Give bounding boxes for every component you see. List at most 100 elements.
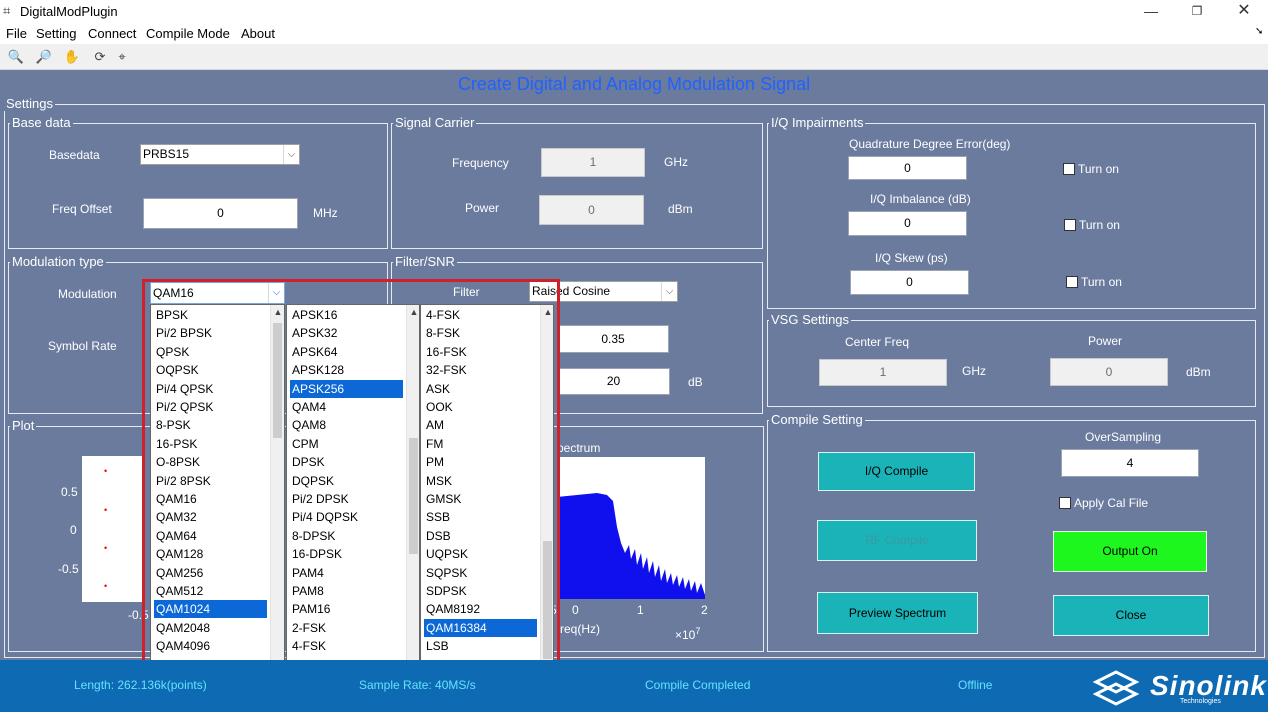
spectrum-exp-base: ×10 xyxy=(675,628,696,642)
status-length: Length: 262.136k(points) xyxy=(74,678,207,692)
frequency-unit: GHz xyxy=(664,155,688,169)
rolloff-input[interactable]: 0.35 xyxy=(557,325,669,353)
quad-error-input[interactable]: 0 xyxy=(848,156,967,180)
sinolink-logo-icon xyxy=(1092,670,1140,708)
skew-turn-on-label: Turn on xyxy=(1081,275,1122,289)
constellation-point: • xyxy=(104,505,108,515)
menu-about[interactable]: About xyxy=(241,26,275,41)
quad-error-label: Quadrature Degree Error(deg) xyxy=(849,137,1011,151)
menu-bar: File Setting Connect Compile Mode About … xyxy=(0,22,1268,44)
spectrum-x-tick: 2 xyxy=(701,603,708,617)
vsg-power-unit: dBm xyxy=(1186,365,1211,379)
constellation-point: • xyxy=(104,466,108,476)
y-tick: 0.5 xyxy=(61,485,78,499)
freq-offset-label: Freq Offset xyxy=(52,202,112,216)
basedata-select[interactable]: PRBS15 ⌵ xyxy=(140,144,300,165)
close-window-button[interactable]: ✕ xyxy=(1231,2,1257,20)
status-sample-rate: Sample Rate: 40MS/s xyxy=(359,678,476,692)
rf-compile-button[interactable]: RF Compile xyxy=(817,520,977,561)
modulation-type-title: Modulation type xyxy=(10,254,106,269)
spectrum-xlabel: req(Hz) xyxy=(560,622,601,636)
basedata-value: PRBS15 xyxy=(143,147,190,161)
menu-setting[interactable]: Setting xyxy=(36,26,76,41)
apply-cal-checkbox[interactable]: Apply Cal File xyxy=(1059,496,1148,510)
constellation-axes: • • • • xyxy=(82,456,144,602)
snr-unit: dB xyxy=(688,375,703,389)
spectrum-x-tick: 1 xyxy=(637,603,644,617)
menu-file[interactable]: File xyxy=(6,26,27,41)
apply-cal-label: Apply Cal File xyxy=(1074,496,1149,510)
constellation-point: • xyxy=(104,581,108,591)
chevron-down-icon: ⌵ xyxy=(283,145,299,164)
oversampling-input[interactable]: 4 xyxy=(1061,449,1199,477)
preview-spectrum-button[interactable]: Preview Spectrum xyxy=(817,592,978,634)
imbalance-turn-on-checkbox[interactable]: Turn on xyxy=(1064,218,1120,232)
carrier-power-input[interactable]: 0 xyxy=(539,195,644,225)
rotate-3d-icon[interactable]: ⟳ xyxy=(90,48,110,66)
skew-label: I/Q Skew (ps) xyxy=(875,251,948,265)
checkbox-icon xyxy=(1063,163,1075,175)
status-compile: Compile Completed xyxy=(645,678,751,692)
minimize-button[interactable]: — xyxy=(1138,2,1164,20)
settings-title: Settings xyxy=(4,96,55,111)
base-data-title: Base data xyxy=(10,115,73,130)
symbol-rate-label: Symbol Rate xyxy=(48,339,117,353)
plot-title: Plot xyxy=(10,418,37,433)
imbalance-input[interactable]: 0 xyxy=(848,211,967,236)
iq-impairments-title: I/Q Impairments xyxy=(769,115,866,130)
compile-setting-title: Compile Setting xyxy=(769,412,865,427)
y-tick: -0.5 xyxy=(58,562,79,576)
signal-carrier-frame xyxy=(391,123,763,249)
spectrum-title: pectrum xyxy=(557,441,601,455)
spectrum-x-tick: 0 xyxy=(572,603,579,617)
menu-compile-mode[interactable]: Compile Mode xyxy=(146,26,230,41)
checkbox-icon xyxy=(1059,497,1071,509)
menu-connect[interactable]: Connect xyxy=(88,26,136,41)
oversampling-label: OverSampling xyxy=(1085,430,1162,444)
carrier-power-label: Power xyxy=(465,201,500,215)
vsg-settings-title: VSG Settings xyxy=(769,312,852,327)
chevron-down-icon: ⌵ xyxy=(661,282,677,301)
spectrum-exp-power: 7 xyxy=(695,626,701,636)
data-cursor-icon[interactable]: ⌖ xyxy=(112,48,132,66)
carrier-frequency-input[interactable]: 1 xyxy=(541,148,645,177)
center-freq-label: Center Freq xyxy=(845,335,910,349)
base-data-frame xyxy=(8,123,388,249)
vsg-power-label: Power xyxy=(1088,334,1123,348)
zoom-out-icon[interactable]: 🔎 xyxy=(34,48,54,66)
close-button[interactable]: Close xyxy=(1053,595,1209,636)
iq-impairments-frame xyxy=(767,123,1256,309)
vsg-power-input[interactable]: 0 xyxy=(1050,358,1168,386)
spectrum-axes xyxy=(557,457,705,599)
snr-input[interactable]: 20 xyxy=(557,368,670,395)
signal-carrier-title: Signal Carrier xyxy=(393,115,477,130)
pan-hand-icon[interactable]: ✋ xyxy=(62,48,82,66)
spectrum-trace xyxy=(557,493,705,599)
window-title: DigitalModPlugin xyxy=(20,4,118,19)
sinolink-logo-sub: Technologies xyxy=(1180,698,1221,705)
restore-button[interactable]: ❐ xyxy=(1184,2,1210,20)
zoom-in-icon[interactable]: 🔍 xyxy=(6,48,26,66)
center-freq-input[interactable]: 1 xyxy=(819,359,947,386)
quad-turn-on-checkbox[interactable]: Turn on xyxy=(1063,162,1119,176)
basedata-label: Basedata xyxy=(49,148,100,162)
center-freq-unit: GHz xyxy=(962,364,986,378)
skew-turn-on-checkbox[interactable]: Turn on xyxy=(1066,275,1122,289)
freq-offset-unit: MHz xyxy=(313,206,338,220)
status-connection: Offline xyxy=(958,678,993,692)
frequency-label: Frequency xyxy=(452,156,509,170)
quad-turn-on-label: Turn on xyxy=(1078,162,1119,176)
banner-title: Create Digital and Analog Modulation Sig… xyxy=(457,74,811,94)
imbalance-turn-on-label: Turn on xyxy=(1079,218,1120,232)
checkbox-icon xyxy=(1066,276,1078,288)
annotation-highlight-box xyxy=(142,279,560,677)
freq-offset-input[interactable]: 0 xyxy=(143,198,298,229)
skew-input[interactable]: 0 xyxy=(850,270,969,295)
iq-compile-button[interactable]: I/Q Compile xyxy=(818,452,975,491)
output-on-button[interactable]: Output On xyxy=(1053,531,1207,572)
title-bar: ⌗ DigitalModPlugin — ❐ ✕ xyxy=(0,0,1268,22)
checkbox-icon xyxy=(1064,219,1076,231)
filter-snr-title: Filter/SNR xyxy=(393,254,457,269)
menu-overflow-icon[interactable]: ➘ xyxy=(1255,26,1263,37)
modulation-label: Modulation xyxy=(58,287,117,301)
